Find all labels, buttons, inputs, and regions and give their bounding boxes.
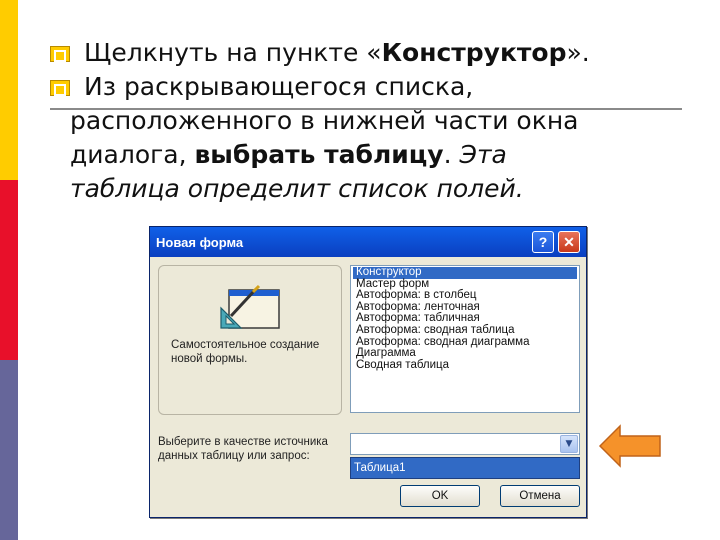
bullet-2-line-4: таблица определит список полей. <box>70 174 524 203</box>
bullet-2-line-1: Из раскрывающегося списка, <box>84 72 474 101</box>
list-item[interactable]: Конструктор <box>353 266 577 279</box>
bullet-icon <box>50 46 70 62</box>
side-bar-yellow <box>0 0 18 180</box>
bullet-2-line-3-prefix: диалога, <box>70 140 195 169</box>
bullet-1-bold: Конструктор <box>381 38 567 67</box>
new-form-dialog: Новая форма ? ✕ Самостоятельное создание… <box>149 226 587 518</box>
preview-description: Самостоятельное создание новой формы. <box>171 339 320 365</box>
list-item[interactable]: Диаграмма <box>353 348 577 360</box>
bullet-2-line-2: расположенного в нижней части окна <box>70 106 579 135</box>
form-design-icon <box>220 284 280 329</box>
side-bar-purple <box>0 360 18 540</box>
orange-arrow-icon <box>598 424 661 468</box>
dialog-titlebar[interactable]: Новая форма <box>150 227 586 257</box>
bullet-2-line-3-dot: . <box>443 140 452 169</box>
bullet-1-suffix: ». <box>566 38 590 67</box>
bullet-2-line-3-bold: выбрать таблицу <box>194 140 444 169</box>
bullet-icon <box>50 80 70 96</box>
list-item[interactable]: Сводная таблица <box>353 359 577 372</box>
bullet-2-line-3: диалога, выбрать таблицу. Эта <box>50 138 690 172</box>
source-prompt-label: Выберите в качестве источника данных таб… <box>158 436 328 462</box>
bullet-2-line-3-italic: Эта <box>451 140 507 169</box>
cancel-button[interactable]: Отмена <box>500 485 580 507</box>
list-item[interactable]: Автоформа: сводная таблица <box>353 324 577 337</box>
source-table-combobox[interactable]: ▼ <box>350 433 580 455</box>
dialog-title: Новая форма <box>156 234 244 250</box>
side-bar-red <box>0 180 18 360</box>
ok-button[interactable]: OK <box>400 485 480 507</box>
dropdown-chevron-icon[interactable]: ▼ <box>560 435 578 453</box>
bullet-item-1: Щелкнуть на пункте «Конструктор». <box>50 36 690 70</box>
close-icon[interactable]: ✕ <box>558 231 580 253</box>
slide-text: Щелкнуть на пункте «Конструктор». Из рас… <box>50 36 690 206</box>
form-type-listbox[interactable]: Конструктор Мастер форм Автоформа: в столб… <box>350 265 580 413</box>
bullet-1-prefix: Щелкнуть на пункте « <box>84 38 382 67</box>
bullet-item-2: Из раскрывающегося списка, <box>50 70 690 104</box>
dropdown-option-table1[interactable]: Таблица1 <box>350 457 580 479</box>
help-icon[interactable]: ? <box>532 231 554 253</box>
preview-panel: Самостоятельное создание новой формы. <box>158 265 342 415</box>
bullet-1-text: Щелкнуть на пункте «Конструктор». <box>84 36 590 70</box>
